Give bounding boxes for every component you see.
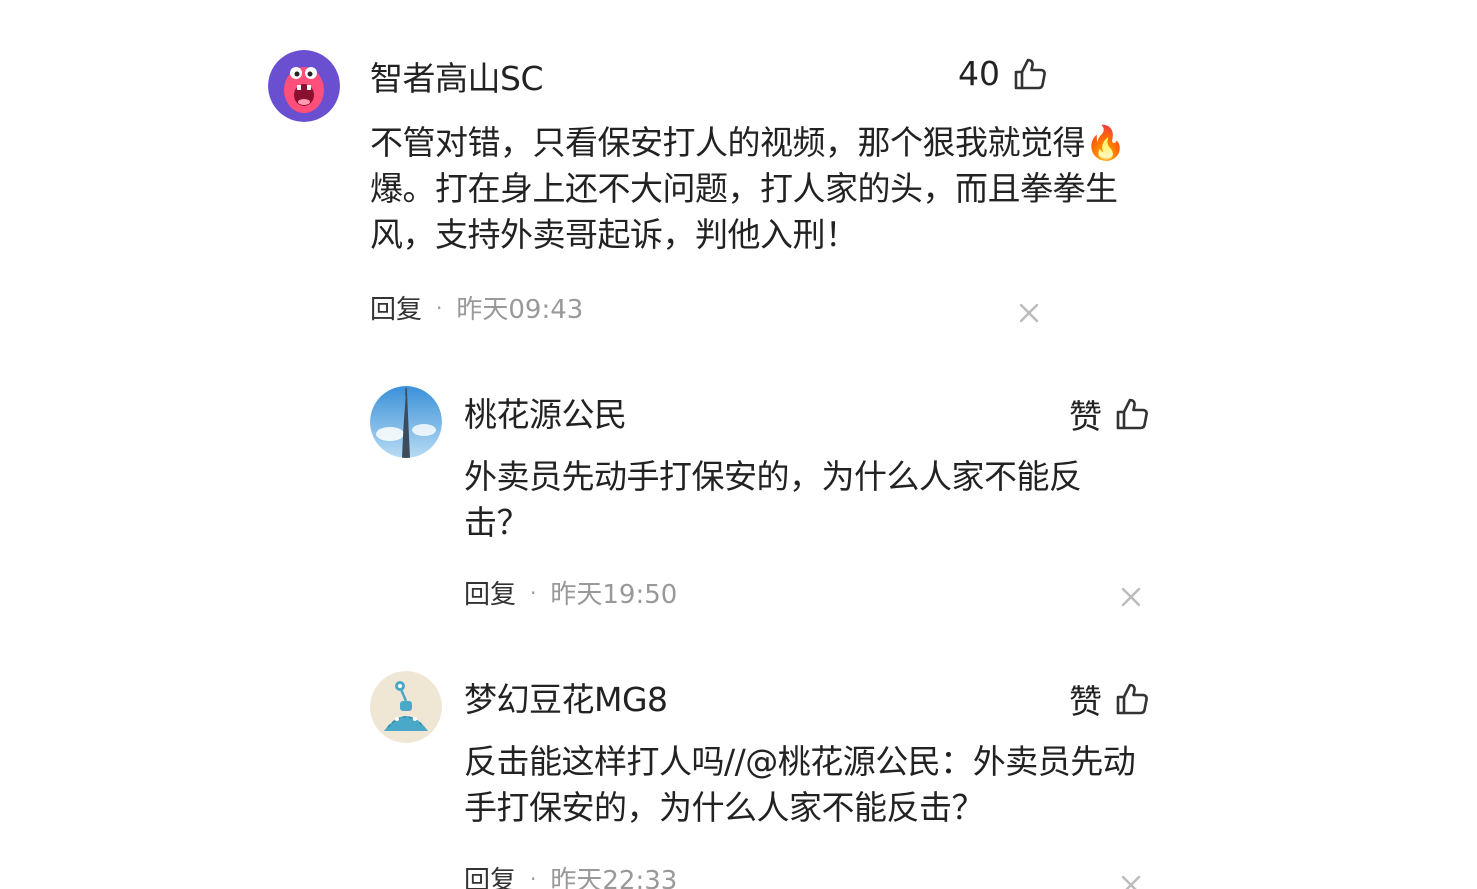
comment-line: 不管对错，只看保安打人的视频，那个狠我就觉得 — [370, 123, 1086, 162]
thumbs-up-icon[interactable] — [1114, 396, 1150, 432]
thumbs-up-icon[interactable] — [1114, 681, 1150, 717]
comment-text: 外卖员先动手打保安的，为什么人家不能反 击？ — [464, 454, 1224, 546]
like-count: 40 — [958, 54, 1000, 93]
comment-thread: 智者高山SC 40 不管对错，只看保安打人的视频，那个狠我就觉得🔥 爆。打在身上… — [0, 0, 1477, 889]
reply-button[interactable]: 回复 — [370, 289, 422, 326]
username[interactable]: 桃花源公民 — [464, 388, 627, 436]
comment-meta: 回复 · 昨天09:43 — [370, 289, 583, 326]
meta-separator: · — [530, 866, 537, 889]
comment-line: 爆。打在身上还不大问题，打人家的头，而且拳拳生 — [370, 169, 1118, 208]
avatar[interactable] — [370, 671, 442, 743]
comment-line: 外卖员先动手打保安的，为什么人家不能反 — [464, 457, 1082, 496]
close-icon[interactable] — [1018, 302, 1040, 324]
reply-button[interactable]: 回复 — [464, 860, 516, 889]
comment-line: 击？ — [464, 503, 530, 542]
like-control[interactable]: 赞 — [1069, 390, 1150, 438]
avatar-tower-sky-icon — [370, 386, 442, 458]
reply-button[interactable]: 回复 — [464, 574, 516, 611]
comment-meta: 回复 · 昨天19:50 — [464, 574, 677, 611]
meta-separator: · — [436, 295, 443, 320]
like-control[interactable]: 赞 — [1069, 675, 1150, 723]
close-icon[interactable] — [1120, 874, 1142, 889]
avatar[interactable] — [370, 386, 442, 458]
like-control[interactable]: 40 — [958, 54, 1048, 93]
timestamp: 昨天09:43 — [456, 295, 584, 325]
meta-separator: · — [530, 580, 537, 605]
comment-line: 风，支持外卖哥起诉，判他入刑！ — [370, 215, 858, 254]
comment-line: 手打保安的，为什么人家不能反击？ — [464, 788, 985, 827]
avatar-alien-icon — [370, 671, 442, 743]
avatar[interactable] — [268, 50, 340, 122]
username[interactable]: 梦幻豆花MG8 — [464, 673, 668, 721]
comment-text: 反击能这样打人吗//@桃花源公民：外卖员先动 手打保安的，为什么人家不能反击？ — [464, 739, 1224, 831]
fire-emoji: 🔥 — [1085, 123, 1126, 162]
timestamp: 昨天19:50 — [550, 580, 678, 610]
avatar-monster-icon — [268, 50, 340, 122]
username[interactable]: 智者高山SC — [370, 52, 544, 100]
comment-meta: 回复 · 昨天22:33 — [464, 860, 677, 889]
comment-text: 不管对错，只看保安打人的视频，那个狠我就觉得🔥 爆。打在身上还不大问题，打人家的… — [370, 120, 1130, 258]
like-label: 赞 — [1069, 682, 1102, 721]
like-label: 赞 — [1069, 397, 1102, 436]
timestamp: 昨天22:33 — [550, 866, 678, 889]
comment-line: 反击能这样打人吗//@桃花源公民：外卖员先动 — [464, 742, 1136, 781]
close-icon[interactable] — [1120, 586, 1142, 608]
thumbs-up-icon[interactable] — [1012, 56, 1048, 92]
